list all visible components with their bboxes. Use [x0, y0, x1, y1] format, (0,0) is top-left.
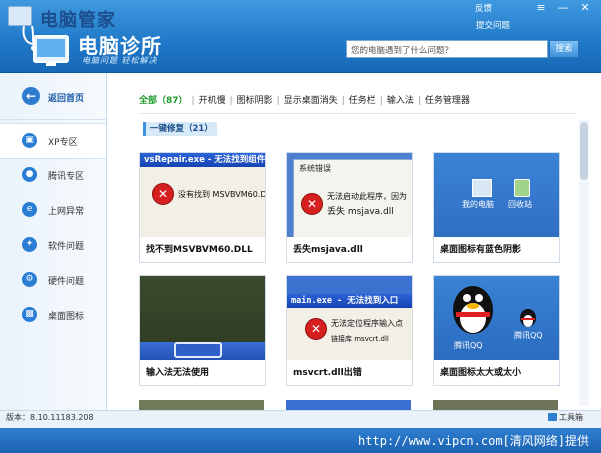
sidebar-item-network[interactable]: e 上网异常 — [0, 193, 106, 227]
main-panel: 全部（87） | 开机慢 | 图标阴影 | 显示桌面消失 | 任务栏 | 输入法 | 任务管理器 一键修… — [107, 73, 601, 410]
sidebar-item-software[interactable]: ✦ 软件问题 — [0, 228, 106, 262]
thumb-message-line1: 无法启动此程序，因为 — [327, 192, 407, 201]
card-title: msvcrt.dll出错 — [293, 368, 362, 378]
windows-icon: ▣ — [22, 133, 37, 148]
menu-button[interactable]: ≡ — [530, 1, 552, 16]
thumb-message-line1: 无法定位程序输入点 — [331, 319, 403, 328]
stethoscope-monitor-icon — [22, 25, 69, 66]
tab-show-desktop[interactable]: 显示桌面消失 — [284, 93, 338, 106]
divider — [139, 113, 575, 114]
tab-slow-boot[interactable]: 开机慢 — [199, 93, 226, 106]
my-computer-icon — [472, 179, 492, 197]
tab-separator: | — [276, 96, 280, 106]
thumb-icon-label-1: 我的电脑 — [462, 200, 494, 209]
sidebar-item-label: XP专区 — [48, 138, 78, 148]
tab-task-manager[interactable]: 任务管理器 — [425, 93, 470, 106]
fix-card-input-method[interactable]: 输入法无法使用 — [139, 275, 266, 386]
thumb-message-line2: 丢失 msjava.dll — [327, 207, 394, 217]
tab-input-method[interactable]: 输入法 — [387, 93, 414, 106]
recycle-bin-icon — [514, 179, 530, 197]
next-card-preview — [286, 400, 411, 410]
card-title: 丢失msjava.dll — [293, 245, 363, 255]
sidebar-item-tencent[interactable]: ● 腾讯专区 — [0, 158, 106, 192]
card-thumbnail: vsRepair.exe - 无法找到组件 ✕ 没有找到 MSVBVM60.DL… — [140, 153, 265, 237]
scrollbar-thumb[interactable] — [580, 122, 588, 180]
card-thumbnail — [140, 276, 265, 360]
software-icon: ✦ — [22, 237, 37, 252]
card-title: 找不到MSVBVM60.DLL — [146, 245, 253, 255]
category-tabs: 全部（87） | 开机慢 | 图标阴影 | 显示桌面消失 | 任务栏 | 输入法 | 任务管理器 — [139, 93, 579, 107]
tab-taskbar[interactable]: 任务栏 — [349, 93, 376, 106]
qq-penguin-large-icon — [453, 286, 493, 334]
next-card-preview — [139, 400, 264, 410]
card-title: 输入法无法使用 — [146, 368, 210, 378]
sidebar-item-hardware[interactable]: ⚙ 硬件问题 — [0, 263, 106, 297]
fix-card-msjava[interactable]: 系统错误 ✕ 无法启动此程序，因为 丢失 msjava.dll 丢失msjava… — [286, 152, 413, 263]
sidebar-item-label: 上网异常 — [48, 207, 85, 217]
back-home-button[interactable]: ← 返回首页 — [0, 73, 106, 120]
card-title: 桌面图标太大或太小 — [440, 368, 522, 378]
thumb-desktop-strip — [287, 276, 412, 294]
card-thumbnail: 我的电脑 回收站 — [434, 153, 559, 237]
back-home-label: 返回首页 — [48, 94, 85, 104]
card-thumbnail: 腾讯QQ 腾讯QQ — [434, 276, 559, 360]
submit-question-link[interactable]: 提交问题 — [476, 19, 510, 31]
toolbox-button[interactable]: 工具箱 — [548, 412, 583, 423]
tab-separator: | — [417, 96, 421, 106]
thumb-window-title: vsRepair.exe - 无法找到组件 — [140, 153, 265, 167]
card-title: 桌面图标有蓝色阴影 — [440, 245, 522, 255]
error-icon: ✕ — [152, 183, 174, 205]
version-label: 版本：8.10.11183.208 — [6, 413, 94, 422]
sidebar-item-label: 桌面图标 — [48, 312, 85, 322]
tab-separator: | — [191, 96, 195, 106]
sidebar-item-label: 腾讯专区 — [48, 172, 85, 182]
thumb-icon-label-2: 回收站 — [508, 200, 532, 209]
hardware-icon: ⚙ — [22, 272, 37, 287]
fix-card-msvcrt[interactable]: main.exe - 无法找到入口 ✕ 无法定位程序输入点 链接库 msvcrt… — [286, 275, 413, 386]
tencent-icon: ● — [22, 167, 37, 182]
app-window: 电脑管家 反馈 提交问题 ≡ — ✕ 电脑诊所 电脑问题 轻松解决 您的电脑遇到… — [0, 0, 601, 453]
search-input[interactable]: 您的电脑遇到了什么问题？ — [346, 40, 548, 58]
card-thumbnail: 系统错误 ✕ 无法启动此程序，因为 丢失 msjava.dll — [287, 153, 412, 237]
section-label: 一键修复（21） — [143, 122, 217, 136]
fix-card-icon-shadow[interactable]: 我的电脑 回收站 桌面图标有蓝色阴影 — [433, 152, 560, 263]
sidebar-item-label: 硬件问题 — [48, 277, 85, 287]
tab-separator: | — [379, 96, 383, 106]
toolbox-icon — [548, 413, 557, 421]
error-icon: ✕ — [301, 193, 323, 215]
tab-all[interactable]: 全部（87） — [139, 93, 188, 106]
thumb-icon-label-2: 腾讯QQ — [514, 331, 543, 340]
error-icon: ✕ — [305, 318, 327, 340]
ie-icon: e — [22, 202, 37, 217]
thumb-message-line2: 链接库 msvcrt.dll — [331, 335, 389, 343]
thumb-window-title: main.exe - 无法找到入口 — [287, 294, 412, 308]
tab-icon-shadow[interactable]: 图标阴影 — [237, 93, 273, 106]
thumb-window-title: 系统错误 — [299, 164, 331, 173]
search-button[interactable]: 搜索 — [549, 40, 579, 58]
thumb-icon-label-1: 腾讯QQ — [454, 341, 483, 350]
qq-penguin-small-icon — [520, 309, 536, 327]
sidebar-item-label: 软件问题 — [48, 242, 85, 252]
toolbox-label: 工具箱 — [559, 413, 583, 422]
feedback-link[interactable]: 反馈 — [475, 2, 492, 14]
tab-separator: | — [229, 96, 233, 106]
sidebar-item-desktop[interactable]: ▩ 桌面图标 — [0, 298, 106, 332]
back-arrow-icon: ← — [22, 87, 40, 105]
desktop-icon: ▩ — [22, 307, 37, 322]
sidebar-item-xp[interactable]: ▣ XP专区 — [0, 123, 106, 159]
minimize-button[interactable]: — — [552, 1, 574, 16]
app-slogan: 电脑问题 轻松解决 — [82, 56, 158, 65]
card-thumbnail: main.exe - 无法找到入口 ✕ 无法定位程序输入点 链接库 msvcrt… — [287, 276, 412, 360]
close-button[interactable]: ✕ — [574, 1, 596, 16]
fix-card-msvbvm60[interactable]: vsRepair.exe - 无法找到组件 ✕ 没有找到 MSVBVM60.DL… — [139, 152, 266, 263]
input-method-bar-icon — [174, 342, 222, 358]
tab-separator: | — [341, 96, 345, 106]
watermark-text: http://www.vipcn.com[清风网络]提供 — [358, 434, 589, 448]
sidebar: ← 返回首页 ▣ XP专区 ● 腾讯专区 e 上网异常 ✦ 软件问题 ⚙ 硬件问… — [0, 73, 107, 410]
fix-card-icon-size[interactable]: 腾讯QQ 腾讯QQ 桌面图标太大或太小 — [433, 275, 560, 386]
thumb-message: 没有找到 MSVBVM60.DLL — [178, 190, 265, 199]
next-card-preview — [433, 400, 558, 410]
